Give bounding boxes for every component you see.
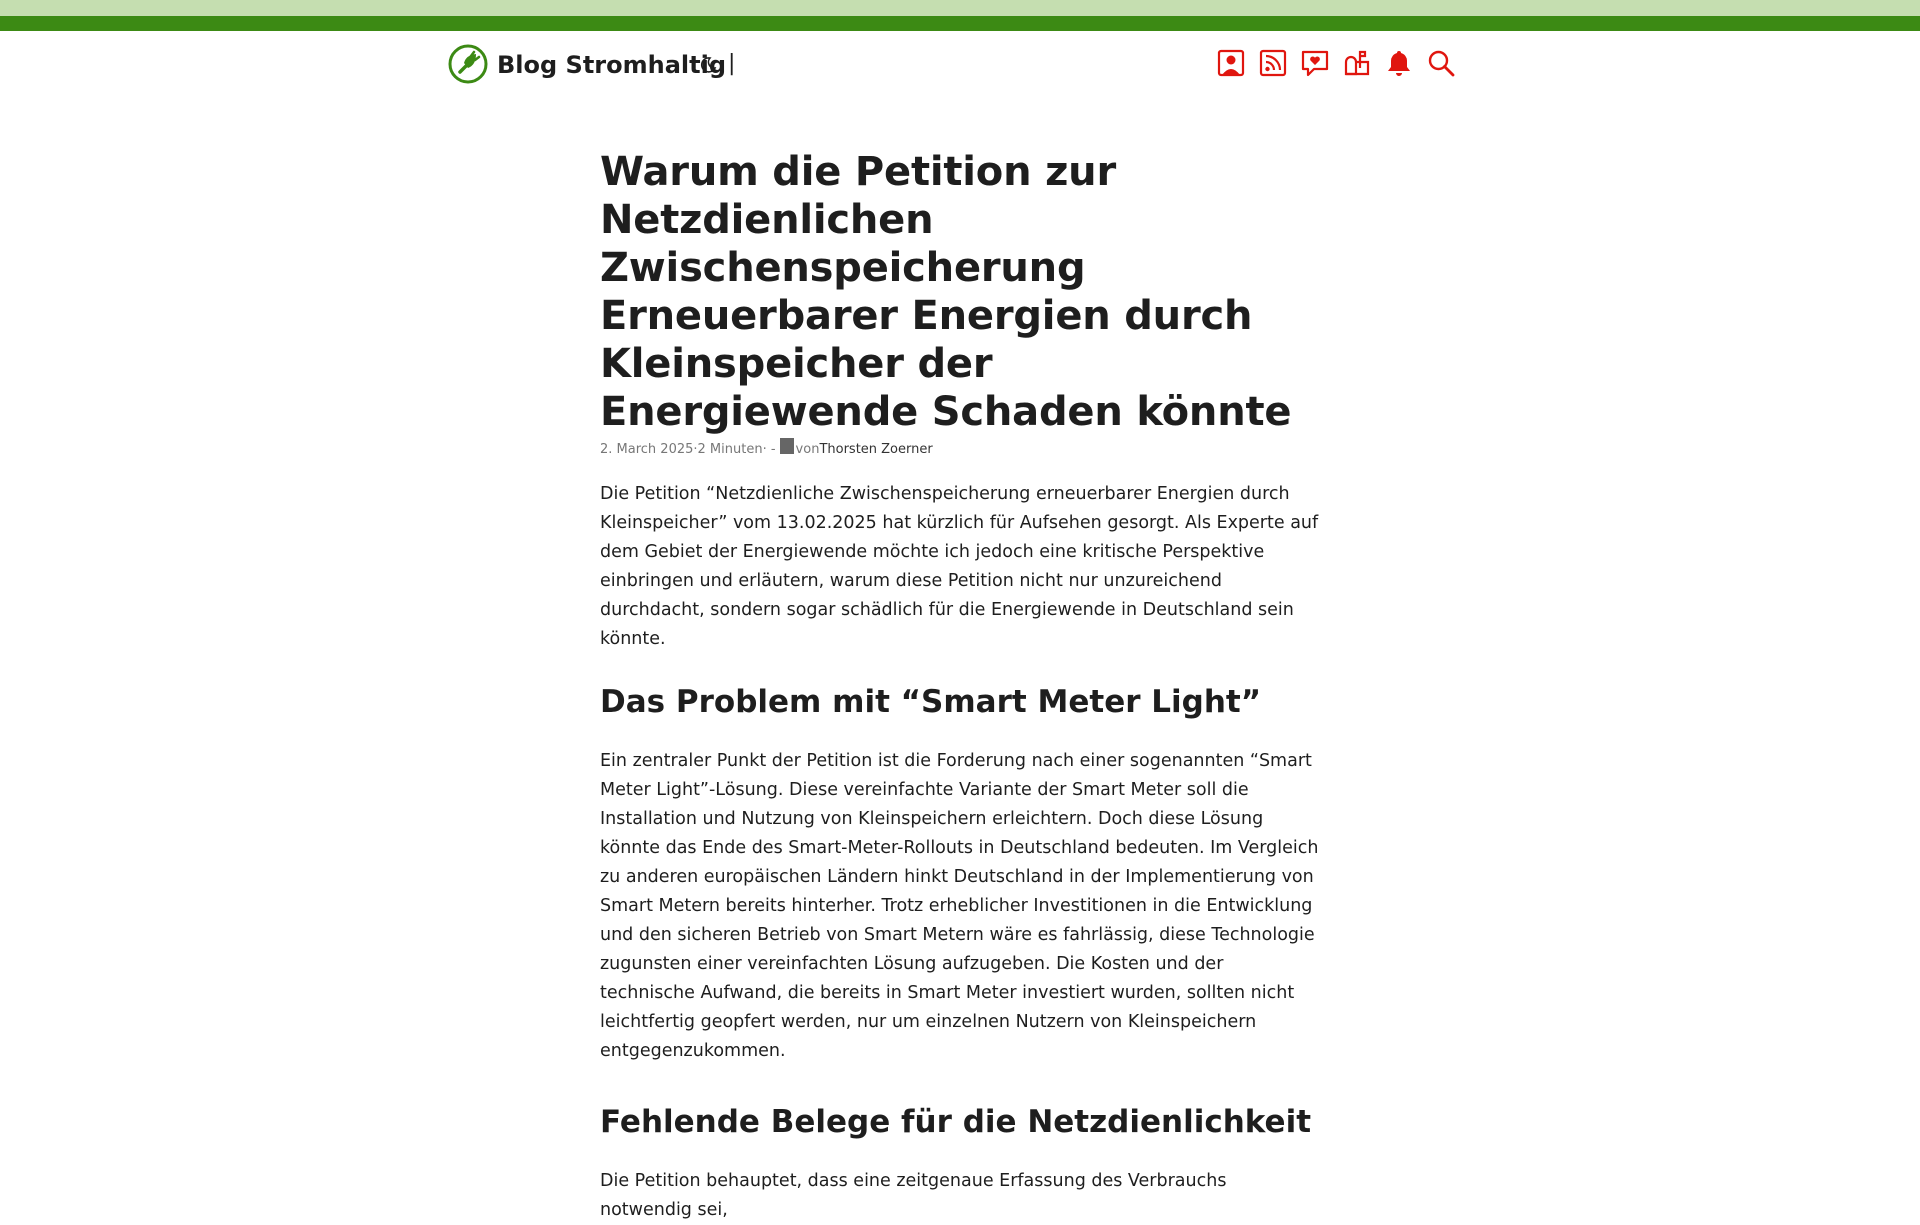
site-header: Blog Stromhaltig |	[0, 31, 1920, 101]
site-title-link[interactable]: Blog Stromhaltig	[497, 51, 726, 79]
bell-icon[interactable]	[1384, 48, 1414, 78]
plug-leaf-icon[interactable]	[447, 43, 489, 85]
header-separator: |	[728, 51, 736, 76]
author-name[interactable]: Thorsten Zoerner	[819, 442, 932, 457]
section-heading: Das Problem mit “Smart Meter Light”	[600, 684, 1262, 720]
post-title: Warum die Petition zur Netzdienlichen Zw…	[600, 149, 1292, 435]
meta-separator: · -	[762, 441, 776, 457]
paragraph: Die Petition “Netzdienliche Zwischenspei…	[600, 484, 1319, 649]
author-avatar	[779, 438, 794, 454]
post-meta: 2. March 2025 · 2 Minuten · - von Thorst…	[600, 438, 1320, 457]
mailbox-icon[interactable]	[1342, 48, 1372, 78]
paragraph: Ein zentraler Punkt der Petition ist die…	[600, 751, 1319, 1061]
header-nav-icons	[1216, 48, 1456, 78]
heart-chat-icon[interactable]	[1300, 48, 1330, 78]
search-icon[interactable]	[1426, 48, 1456, 78]
article: Warum die Petition zur Netzdienlichen Zw…	[600, 148, 1320, 1225]
post-date: 2. March 2025	[600, 441, 694, 457]
paragraph: Die Petition behauptet, dass eine zeitge…	[600, 1171, 1227, 1220]
user-profile-icon[interactable]	[1216, 48, 1246, 78]
top-accent-bar	[0, 16, 1920, 31]
reading-time: 2 Minuten	[697, 441, 763, 457]
top-accent-bar-light	[0, 0, 1920, 16]
author-prefix: von	[795, 441, 820, 457]
moon-icon[interactable]	[697, 54, 719, 76]
rss-feed-icon[interactable]	[1258, 48, 1288, 78]
section-heading: Fehlende Belege für die Netzdienlichkeit	[600, 1104, 1312, 1140]
